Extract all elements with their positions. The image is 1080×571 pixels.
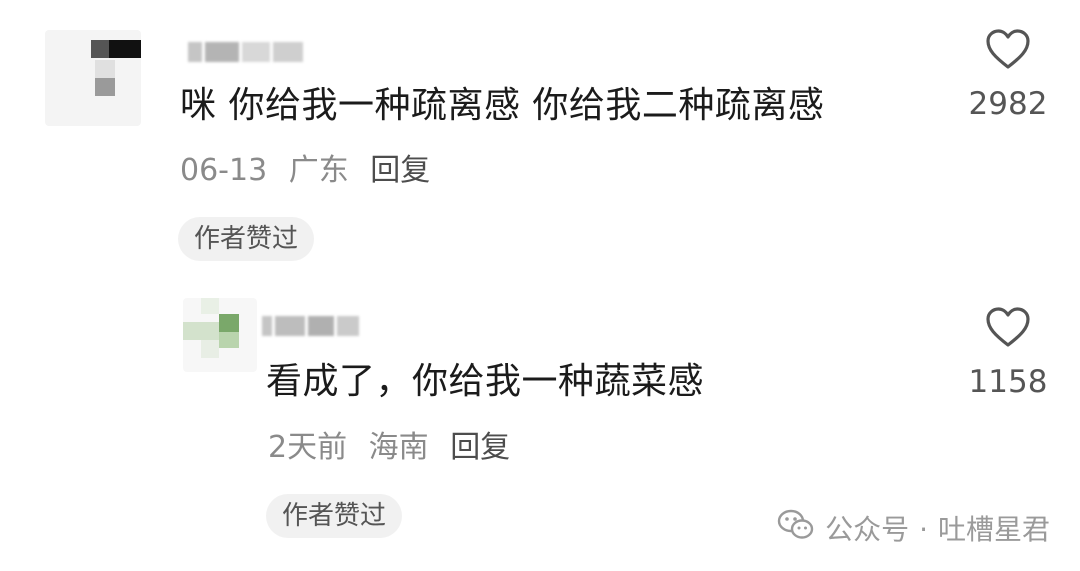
heart-icon bbox=[986, 29, 1030, 69]
avatar-mosaic bbox=[95, 78, 115, 96]
avatar-mosaic bbox=[91, 40, 109, 58]
like-count: 2982 bbox=[968, 86, 1048, 122]
avatar-mosaic bbox=[95, 60, 115, 78]
wechat-icon bbox=[777, 509, 815, 552]
avatar[interactable] bbox=[183, 298, 257, 372]
avatar-mosaic bbox=[219, 332, 239, 348]
like-button[interactable]: 2982 bbox=[963, 28, 1053, 124]
avatar-mosaic bbox=[219, 314, 239, 332]
username-blurred[interactable] bbox=[188, 38, 338, 68]
username-blurred[interactable] bbox=[262, 312, 392, 342]
watermark-label: 公众号 bbox=[825, 513, 910, 546]
reply-button[interactable]: 回复 bbox=[450, 430, 510, 465]
comment-text: 咪 你给我一种疏离感 你给我二种疏离感 bbox=[180, 85, 825, 126]
like-count: 1158 bbox=[968, 364, 1048, 400]
avatar-mosaic bbox=[201, 340, 219, 358]
comment-location: 广东 bbox=[288, 153, 349, 188]
reply-button[interactable]: 回复 bbox=[370, 153, 430, 188]
watermark: 公众号 · 吐槽星君 bbox=[777, 509, 1050, 552]
author-liked-badge: 作者赞过 bbox=[266, 494, 403, 538]
avatar-mosaic bbox=[201, 298, 219, 314]
comment-location: 海南 bbox=[368, 430, 429, 465]
author-liked-badge: 作者赞过 bbox=[178, 217, 315, 261]
avatar[interactable] bbox=[45, 30, 141, 126]
comment-meta: 06-13 广东 回复 bbox=[180, 153, 442, 189]
avatar-mosaic bbox=[183, 322, 219, 340]
watermark-separator: · bbox=[919, 513, 928, 546]
comment-date: 06-13 bbox=[180, 153, 268, 188]
watermark-account: 吐槽星君 bbox=[937, 513, 1050, 546]
comment-text: 看成了，你给我一种蔬菜感 bbox=[266, 361, 705, 402]
heart-icon bbox=[986, 307, 1030, 347]
like-button[interactable]: 1158 bbox=[963, 306, 1053, 402]
comment-meta: 2天前 海南 回复 bbox=[268, 430, 522, 466]
comment-date: 2天前 bbox=[268, 430, 348, 465]
